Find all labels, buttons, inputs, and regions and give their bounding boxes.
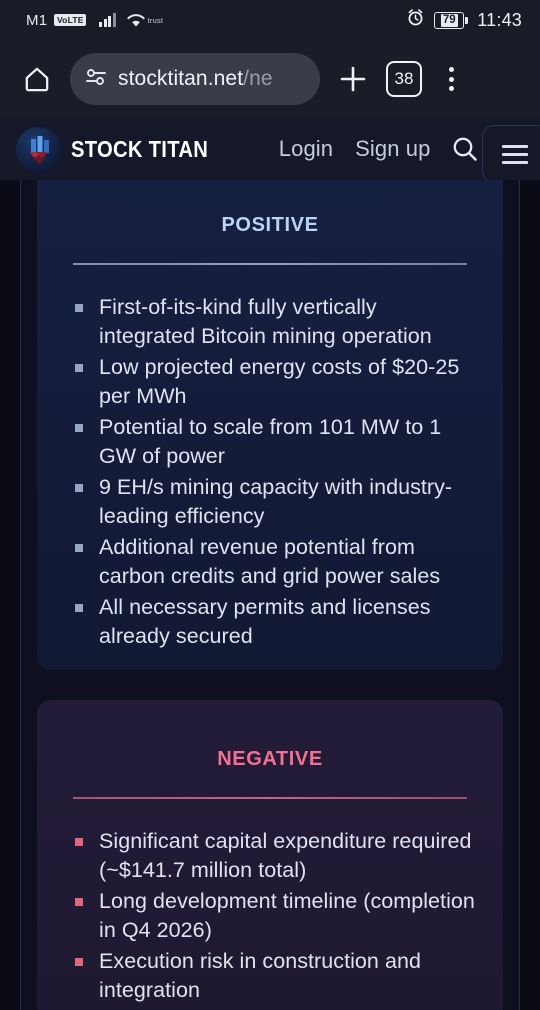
plus-icon[interactable]	[330, 56, 376, 102]
positive-divider	[73, 263, 467, 265]
header-nav: Login Sign up	[279, 136, 431, 162]
stock-titan-logo-icon[interactable]	[16, 126, 61, 172]
list-item: Significant capital expenditure required…	[73, 827, 477, 885]
address-bar[interactable]: stocktitan.net/ne	[70, 53, 320, 105]
clock-label: 11:43	[477, 9, 522, 30]
list-item: Execution risk in construction and integ…	[73, 947, 477, 1005]
kebab-menu-icon[interactable]	[432, 56, 470, 102]
volte-badge: VoLTE	[54, 14, 87, 26]
list-item: 9 EH/s mining capacity with industry-lea…	[73, 473, 477, 531]
positive-card-title: Positive	[221, 206, 319, 238]
status-bar-right: 79 11:43	[406, 8, 522, 32]
hamburger-menu-icon[interactable]	[482, 125, 540, 183]
list-item: Low projected energy costs of $20-25 per…	[73, 353, 477, 411]
list-item: Potential to scale from 101 MW to 1 GW o…	[73, 413, 477, 471]
url-text[interactable]: stocktitan.net/ne	[118, 67, 273, 91]
list-item: All necessary permits and licenses alrea…	[73, 593, 477, 651]
tab-count-label: 38	[394, 69, 414, 88]
tab-counter-button[interactable]: 38	[386, 61, 422, 97]
negative-analysis-card: Negative Significant capital expenditure…	[37, 700, 503, 1010]
brand-label[interactable]: STOCK TITAN	[71, 136, 208, 163]
negative-bullet-list: Significant capital expenditure required…	[73, 827, 477, 1005]
status-bar-left: M1 VoLTE trust	[26, 12, 163, 29]
positive-bullet-list: First-of-its-kind fully vertically integ…	[73, 293, 477, 651]
page-content: Positive First-of-its-kind fully vertica…	[0, 180, 540, 1010]
wifi-icon: trust	[126, 13, 164, 28]
list-item: Long development timeline (completion in…	[73, 887, 477, 945]
android-status-bar: M1 VoLTE trust 79 11:43	[0, 0, 540, 40]
home-icon[interactable]	[14, 56, 60, 102]
browser-toolbar: stocktitan.net/ne 38	[0, 40, 540, 118]
battery-percent-label: 79	[440, 13, 458, 27]
positive-analysis-card: Positive First-of-its-kind fully vertica…	[37, 180, 503, 670]
phone-screen: M1 VoLTE trust 79 11:43 stocktitan.net/n…	[0, 0, 540, 1010]
signal-strength-icon	[99, 13, 116, 27]
carrier-label: M1	[26, 11, 48, 29]
page-info-icon[interactable]	[84, 67, 108, 92]
wifi-network-label: trust	[147, 15, 164, 25]
signup-link[interactable]: Sign up	[355, 136, 430, 162]
login-link[interactable]: Login	[279, 136, 333, 162]
site-header: STOCK TITAN Login Sign up	[0, 118, 540, 183]
alarm-clock-icon	[406, 8, 425, 32]
list-item: First-of-its-kind fully vertically integ…	[73, 293, 477, 351]
url-domain: stocktitan.net	[118, 67, 244, 90]
negative-card-title: Negative	[217, 740, 323, 772]
negative-divider	[73, 797, 467, 799]
article-container: Positive First-of-its-kind fully vertica…	[20, 180, 520, 1010]
list-item: Additional revenue potential from carbon…	[73, 533, 477, 591]
battery-indicator: 79	[434, 11, 469, 29]
search-icon[interactable]	[450, 134, 480, 164]
url-path: /ne	[243, 67, 273, 90]
